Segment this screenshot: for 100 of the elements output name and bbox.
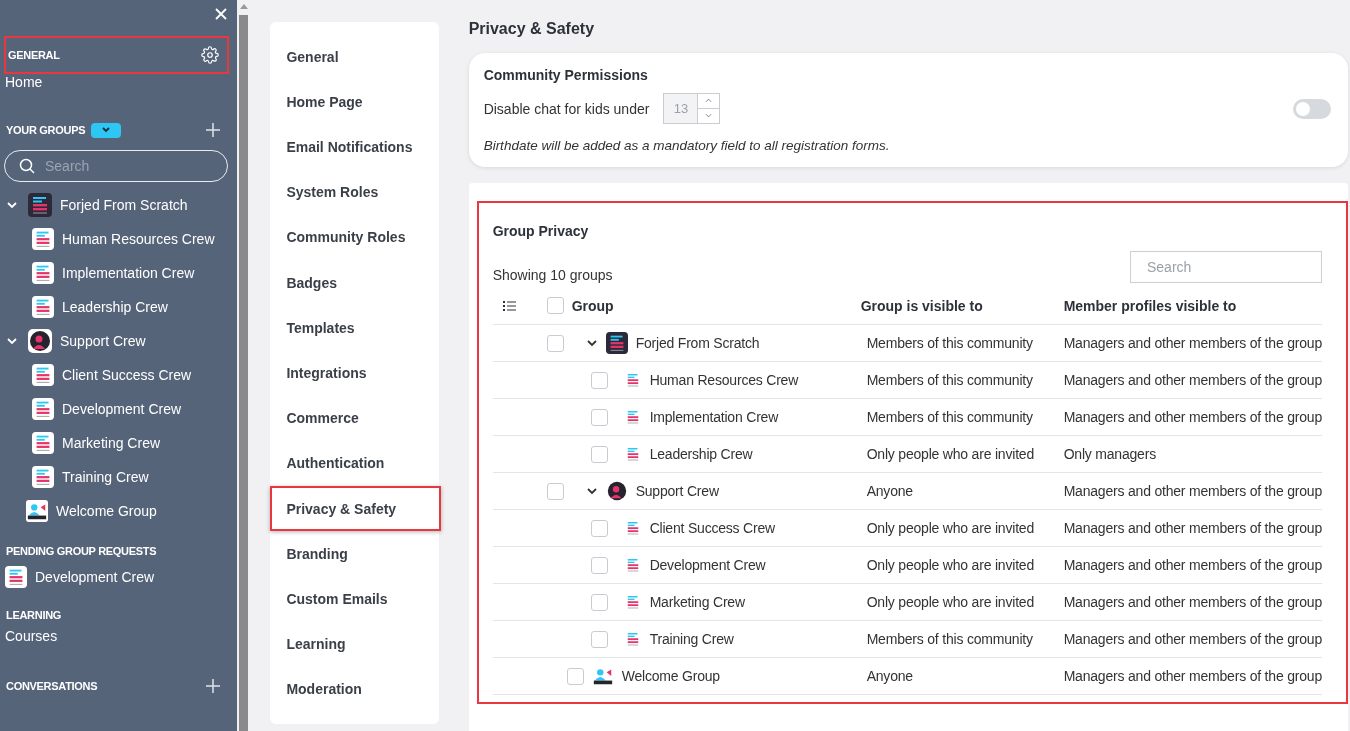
nav-item[interactable]: Commerce [270,395,439,441]
table-cell-text: Anyone [866,483,914,499]
table-cell: Managers and other members of the group [1063,631,1322,647]
close-icon [215,8,228,20]
chevron-down-icon [585,337,598,349]
group-link[interactable]: Development Crew [35,569,155,585]
list-icon[interactable] [502,299,516,312]
nav-item[interactable]: Community Roles [270,214,439,260]
plus-icon [205,678,222,694]
group-logo-icon [605,332,628,354]
nav-item[interactable]: Badges [270,260,439,306]
group-logo-icon [32,398,54,420]
add-button[interactable] [205,678,222,694]
row-checkbox[interactable] [590,519,608,537]
expand-toggle[interactable] [6,335,20,347]
video-person-icon [26,500,48,522]
nav-item[interactable]: Authentication [270,440,439,487]
nav-item[interactable]: System Roles [270,169,439,215]
settings-icon[interactable] [201,46,220,64]
courses-link[interactable]: Courses [0,628,238,650]
row-checkbox[interactable] [546,334,564,352]
row-checkbox[interactable] [566,667,584,685]
nav-item[interactable]: Templates [270,305,439,351]
group-link[interactable]: Implementation Crew [62,265,195,281]
row-checkbox[interactable] [590,371,608,389]
table-cell-text: Anyone [866,668,914,684]
row-checkbox[interactable] [590,556,608,574]
group-link[interactable]: Human Resources Crew [62,231,215,247]
row-checkbox[interactable] [590,445,608,463]
group-logo-icon [32,228,54,250]
chevron-down-icon [6,199,18,211]
column-header: Group [571,297,614,314]
group-logo-icon [32,262,54,284]
group-link[interactable]: Development Crew [62,401,182,417]
section-label: GENERAL [8,49,60,61]
table-cell-text: Members of this community [866,372,1034,388]
nav-item[interactable]: Privacy & Safety [270,486,441,532]
table-cell-text: Members of this community [866,335,1034,351]
table-cell-text: Members of this community [866,409,1034,425]
group-name: Implementation Crew [649,409,779,425]
group-name: Human Resources Crew [649,372,799,388]
section-label: CONVERSATIONS [6,680,98,692]
row-checkbox[interactable] [590,408,608,426]
increment-button[interactable] [698,93,721,109]
group-name: Training Crew [649,631,734,647]
table-cell: Managers and other members of the group [1063,594,1322,610]
expand-toggle[interactable] [585,485,598,497]
nav-item[interactable]: Learning [270,621,439,667]
expand-toggle[interactable] [585,337,598,349]
add-button[interactable] [205,122,222,138]
search-field[interactable]: Search [1130,251,1322,283]
nav-item[interactable]: Moderation [270,666,439,713]
group-link[interactable]: Support Crew [60,333,146,349]
table-cell-text: Only people who are invited [866,520,1035,536]
home-link[interactable]: Home [0,74,238,96]
section-label: PENDING GROUP REQUESTS [6,545,157,557]
nav-item[interactable]: Branding [270,531,439,577]
group-link[interactable]: Marketing Crew [62,435,161,451]
table-cell: Managers and other members of the group [1063,483,1322,499]
close-button[interactable] [215,8,228,20]
column-header: Member profiles visible to [1063,297,1238,314]
select-all-checkbox[interactable] [546,297,564,314]
group-link[interactable]: Forjed From Scratch [60,197,188,213]
dropdown-button[interactable] [91,122,122,138]
group-logo-icon [32,466,54,488]
table-cell: Managers and other members of the group [1063,335,1322,351]
row-checkbox[interactable] [590,593,608,611]
group-logo-icon [28,193,52,217]
column-header: Group is visible to [860,297,984,314]
nav-item[interactable]: Email Notifications [270,124,439,170]
note-text: Birthdate will be added as a mandatory field to all registration forms. [483,138,891,153]
group-link[interactable]: Leadership Crew [62,299,168,315]
group-logo-icon [5,566,27,588]
nav-item[interactable]: Home Page [270,79,439,125]
table-cell-text: Only managers [1063,446,1157,462]
table-cell: Managers and other members of the group [1063,409,1322,425]
card-title: Community Permissions [483,67,649,83]
nav-item[interactable]: General [270,34,439,80]
expand-toggle[interactable] [6,199,20,211]
section-title: Group Privacy [492,223,590,239]
search-field[interactable]: Search [4,150,229,182]
table-cell-text: Only people who are invited [866,594,1035,610]
row-checkbox[interactable] [546,482,564,500]
table-cell-text: Only people who are invited [866,446,1035,462]
toggle-switch[interactable] [1293,98,1331,119]
group-link[interactable]: Client Success Crew [62,367,192,383]
group-name: Client Success Crew [649,520,775,536]
nav-item[interactable]: Integrations [270,350,439,396]
table-cell: Managers and other members of the group [1063,520,1322,536]
group-name: Welcome Group [621,668,720,684]
group-link[interactable]: Welcome Group [56,503,157,519]
table-cell-text: Members of this community [866,631,1034,647]
row-checkbox[interactable] [590,630,608,648]
table-cell: Managers and other members of the group [1063,372,1322,388]
nav-item[interactable]: Custom Emails [270,576,439,622]
group-link[interactable]: Training Crew [62,469,149,485]
table-cell: Managers and other members of the group [1063,668,1322,684]
chevron-down-icon [705,113,713,119]
group-name: Forjed From Scratch [635,335,760,351]
chevron-down-icon [6,335,18,347]
